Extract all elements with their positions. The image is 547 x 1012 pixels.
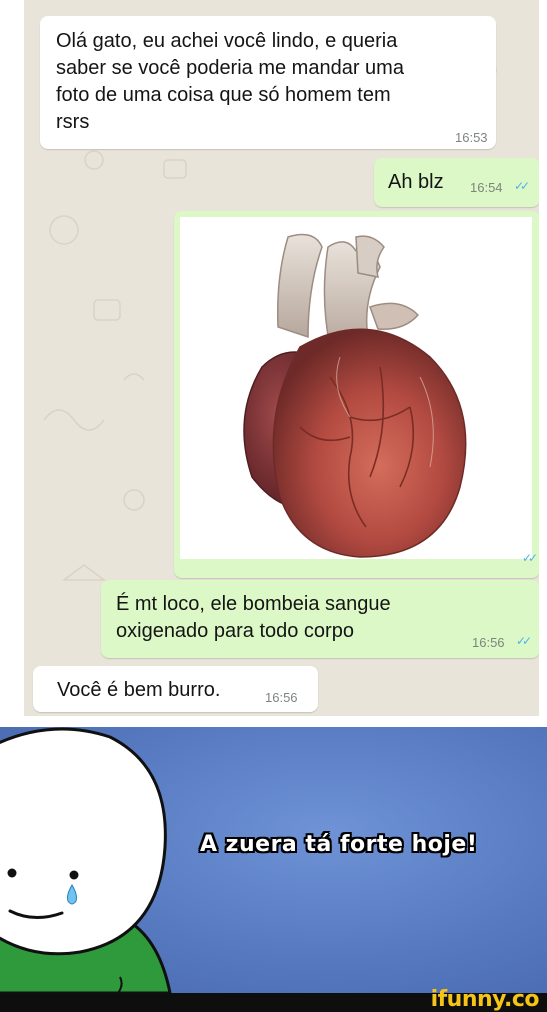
read-receipt-icon: ✓✓ bbox=[516, 634, 532, 648]
outgoing-message-4[interactable]: É mt loco, ele bombeia sangue oxigenado … bbox=[101, 580, 539, 658]
ifunny-watermark: ifunny.co bbox=[430, 987, 540, 1012]
incoming-message-1[interactable]: Olá gato, eu achei você lindo, e queria … bbox=[40, 16, 496, 149]
chat-conversation: Olá gato, eu achei você lindo, e queria … bbox=[24, 0, 539, 716]
message-text: Você é bem burro. bbox=[57, 679, 221, 701]
message-timestamp: 16:53 bbox=[455, 130, 488, 145]
message-timestamp: 16:54 bbox=[470, 180, 503, 195]
message-text-line: rsrs bbox=[56, 111, 90, 133]
message-text-line: foto de uma coisa que só homem tem bbox=[56, 84, 391, 106]
message-timestamp: 16:56 bbox=[472, 635, 505, 650]
message-text-line: Olá gato, eu achei você lindo, e queria bbox=[56, 30, 398, 52]
message-text-line: saber se você poderia me mandar uma bbox=[56, 57, 404, 79]
read-receipt-icon: ✓✓ bbox=[514, 179, 530, 193]
image-frame[interactable] bbox=[180, 217, 532, 559]
anatomical-heart-image bbox=[243, 233, 467, 558]
meme-panel: A zuera tá forte hoje! bbox=[0, 727, 547, 993]
message-text-line: É mt loco, ele bombeia sangue bbox=[116, 593, 391, 615]
footer-bar: ifunny.co bbox=[0, 987, 547, 1012]
crying-meme-face-icon bbox=[0, 727, 172, 993]
outgoing-message-2[interactable]: Ah blz 16:54 ✓✓ bbox=[374, 158, 539, 207]
incoming-message-5[interactable]: Você é bem burro. 16:56 bbox=[33, 666, 318, 712]
message-timestamp: 16:56 bbox=[265, 690, 298, 705]
read-receipt-icon: ✓✓ bbox=[522, 551, 538, 565]
outgoing-image-message[interactable]: ✓✓ bbox=[174, 211, 539, 578]
meme-caption: A zuera tá forte hoje! bbox=[200, 832, 478, 857]
message-text-line: oxigenado para todo corpo bbox=[116, 620, 354, 642]
message-text: Ah blz bbox=[388, 171, 444, 193]
